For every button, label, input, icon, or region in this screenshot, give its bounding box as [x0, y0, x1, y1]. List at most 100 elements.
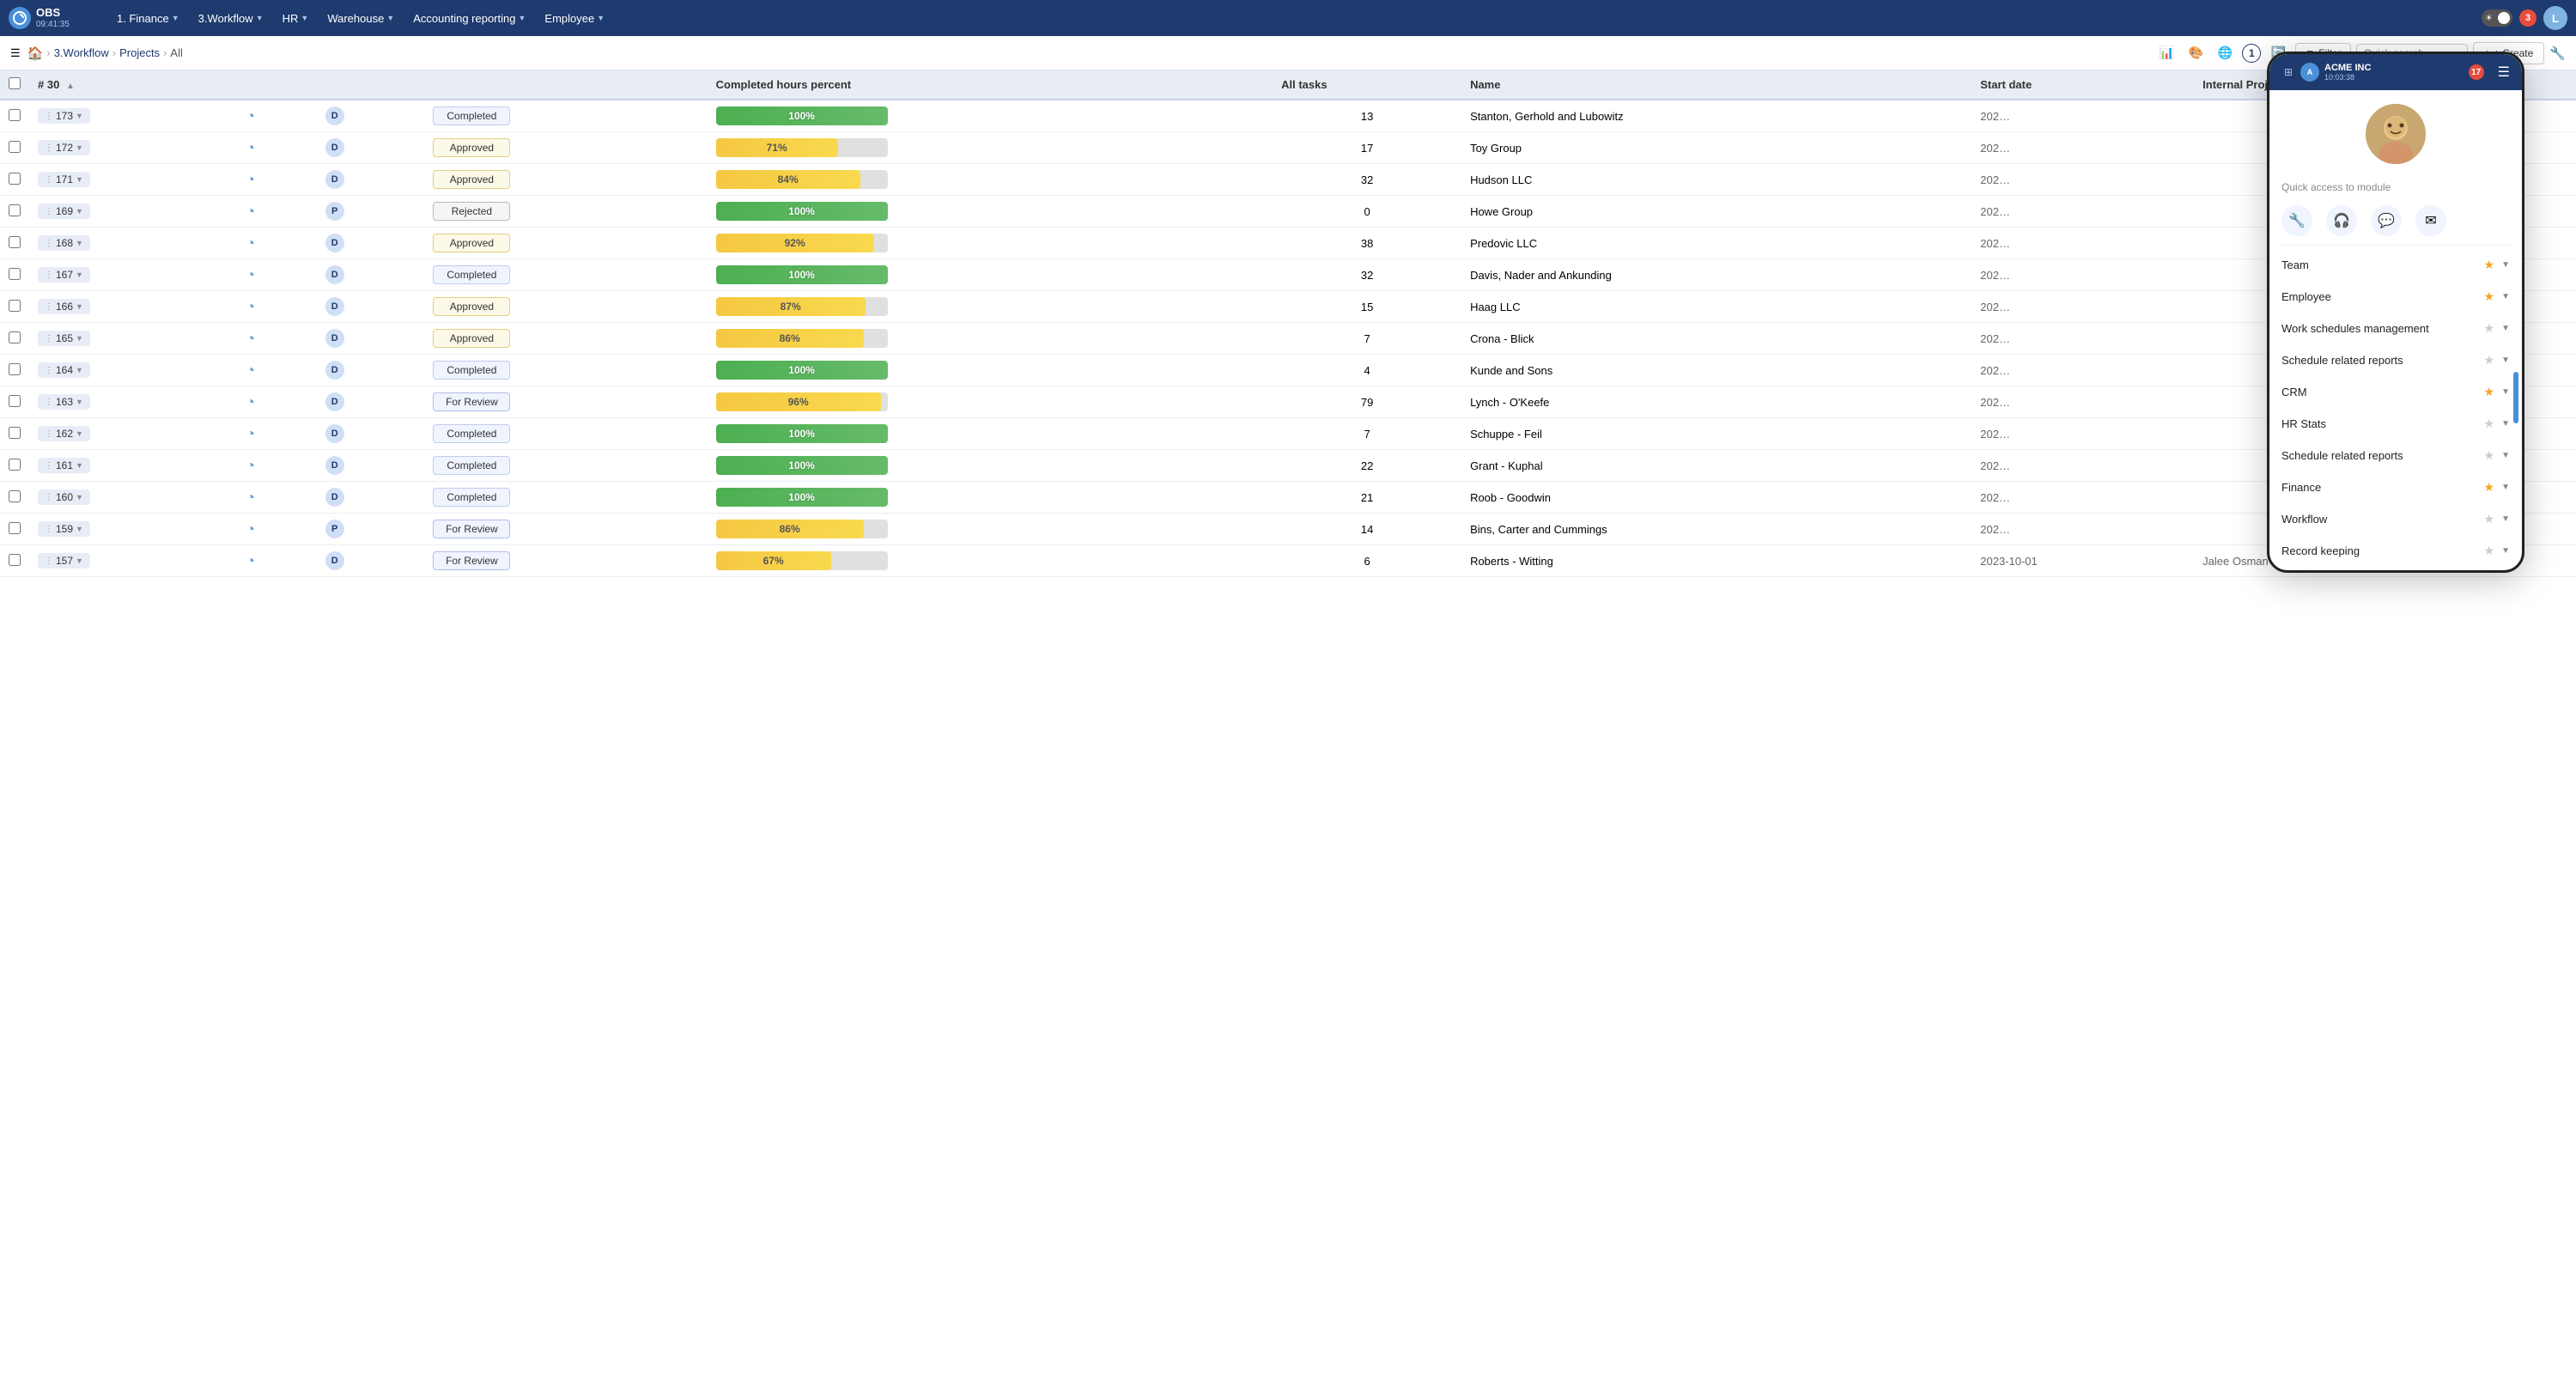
- row-status-badge[interactable]: For Review: [433, 520, 510, 538]
- mobile-menu-item[interactable]: HR Stats ★ ▼: [2269, 408, 2522, 440]
- row-chart-icon[interactable]: ◔: [246, 362, 255, 379]
- row-status-badge[interactable]: For Review: [433, 392, 510, 411]
- row-chart-icon[interactable]: ◔: [246, 171, 255, 188]
- row-status-badge[interactable]: Approved: [433, 170, 510, 189]
- nav-employee[interactable]: Employee▼: [536, 8, 613, 29]
- mobile-notification-badge[interactable]: 17: [2469, 64, 2484, 80]
- row-chart-icon[interactable]: ◔: [246, 330, 255, 347]
- user-avatar[interactable]: L: [2543, 6, 2567, 30]
- mobile-chat-icon[interactable]: 💬: [2371, 205, 2402, 236]
- row-chart-icon[interactable]: ◔: [246, 457, 255, 474]
- row-status-badge[interactable]: Completed: [433, 361, 510, 380]
- row-id-dropdown[interactable]: ▼: [76, 175, 83, 184]
- row-id-dropdown[interactable]: ▼: [76, 302, 83, 311]
- home-icon[interactable]: 🏠: [27, 46, 44, 61]
- name-header[interactable]: Name: [1461, 70, 1971, 100]
- row-id-dropdown[interactable]: ▼: [76, 239, 83, 247]
- nav-workflow[interactable]: 3.Workflow▼: [190, 8, 272, 29]
- row-status-badge[interactable]: Approved: [433, 234, 510, 252]
- row-status-badge[interactable]: Completed: [433, 456, 510, 475]
- row-id-dropdown[interactable]: ▼: [76, 525, 83, 533]
- row-chart-icon[interactable]: ◔: [246, 425, 255, 442]
- completed-hours-header[interactable]: Completed hours percent: [708, 70, 1273, 100]
- row-chart-icon[interactable]: ◔: [246, 298, 255, 315]
- row-chart-icon[interactable]: ◔: [246, 520, 255, 538]
- nav-accounting[interactable]: Accounting reporting▼: [404, 8, 534, 29]
- mobile-menu-item[interactable]: Finance ★ ▼: [2269, 471, 2522, 503]
- notification-badge[interactable]: 3: [2519, 9, 2537, 27]
- row-checkbox[interactable]: [9, 490, 21, 502]
- row-status-badge[interactable]: Rejected: [433, 202, 510, 221]
- globe-icon[interactable]: 🌐: [2213, 41, 2237, 65]
- select-all-checkbox[interactable]: [9, 77, 21, 89]
- nav-hr[interactable]: HR▼: [274, 8, 318, 29]
- row-id-badge[interactable]: ⋮ 166 ▼: [38, 299, 90, 314]
- row-checkbox[interactable]: [9, 459, 21, 471]
- mobile-menu-star[interactable]: ★: [2484, 258, 2495, 272]
- mobile-headset-icon[interactable]: 🎧: [2326, 205, 2357, 236]
- breadcrumb-projects[interactable]: Projects: [119, 46, 160, 59]
- row-checkbox[interactable]: [9, 331, 21, 344]
- row-id-dropdown[interactable]: ▼: [76, 493, 83, 502]
- nav-warehouse[interactable]: Warehouse▼: [319, 8, 403, 29]
- mobile-menu-star[interactable]: ★: [2484, 512, 2495, 526]
- row-status-badge[interactable]: Approved: [433, 138, 510, 157]
- row-id-badge[interactable]: ⋮ 169 ▼: [38, 204, 90, 219]
- row-checkbox[interactable]: [9, 427, 21, 439]
- row-status-badge[interactable]: For Review: [433, 551, 510, 570]
- row-id-dropdown[interactable]: ▼: [76, 366, 83, 374]
- row-checkbox[interactable]: [9, 522, 21, 534]
- mobile-menu-item[interactable]: CRM ★ ▼: [2269, 376, 2522, 408]
- mobile-menu-item[interactable]: Schedule related reports ★ ▼: [2269, 344, 2522, 376]
- row-checkbox[interactable]: [9, 268, 21, 280]
- row-id-badge[interactable]: ⋮ 171 ▼: [38, 172, 90, 187]
- mobile-menu-star[interactable]: ★: [2484, 416, 2495, 431]
- chart-view-icon[interactable]: 📊: [2154, 41, 2178, 65]
- row-checkbox[interactable]: [9, 141, 21, 153]
- settings-icon[interactable]: 🔧: [2549, 46, 2566, 61]
- row-id-dropdown[interactable]: ▼: [76, 143, 83, 152]
- row-id-badge[interactable]: ⋮ 172 ▼: [38, 140, 90, 155]
- row-num-header[interactable]: # 30 ▲: [29, 70, 237, 100]
- row-status-badge[interactable]: Approved: [433, 329, 510, 348]
- palette-icon[interactable]: 🎨: [2184, 41, 2208, 65]
- hamburger-menu[interactable]: ☰: [10, 46, 21, 60]
- row-id-badge[interactable]: ⋮ 160 ▼: [38, 489, 90, 505]
- row-checkbox[interactable]: [9, 109, 21, 121]
- row-status-badge[interactable]: Completed: [433, 265, 510, 284]
- row-chart-icon[interactable]: ◔: [246, 489, 255, 506]
- mobile-menu-item[interactable]: Record keeping ★ ▼: [2269, 535, 2522, 567]
- row-id-dropdown[interactable]: ▼: [76, 207, 83, 216]
- row-id-badge[interactable]: ⋮ 162 ▼: [38, 426, 90, 441]
- mobile-menu-item[interactable]: Employee ★ ▼: [2269, 281, 2522, 313]
- row-chart-icon[interactable]: ◔: [246, 393, 255, 410]
- row-id-badge[interactable]: ⋮ 173 ▼: [38, 108, 90, 124]
- row-id-dropdown[interactable]: ▼: [76, 271, 83, 279]
- row-checkbox[interactable]: [9, 363, 21, 375]
- row-id-dropdown[interactable]: ▼: [76, 556, 83, 565]
- row-chart-icon[interactable]: ◔: [246, 552, 255, 569]
- all-tasks-header[interactable]: All tasks: [1273, 70, 1461, 100]
- row-id-badge[interactable]: ⋮ 164 ▼: [38, 362, 90, 378]
- mobile-menu-item[interactable]: Work schedules management ★ ▼: [2269, 313, 2522, 344]
- mobile-menu-star[interactable]: ★: [2484, 385, 2495, 399]
- mobile-menu-star[interactable]: ★: [2484, 480, 2495, 495]
- mobile-mail-icon[interactable]: ✉: [2415, 205, 2446, 236]
- row-chart-icon[interactable]: ◔: [246, 234, 255, 252]
- row-status-badge[interactable]: Completed: [433, 106, 510, 125]
- row-chart-icon[interactable]: ◔: [246, 203, 255, 220]
- mobile-menu-star[interactable]: ★: [2484, 353, 2495, 368]
- row-id-badge[interactable]: ⋮ 163 ▼: [38, 394, 90, 410]
- mobile-menu-star[interactable]: ★: [2484, 544, 2495, 558]
- row-chart-icon[interactable]: ◔: [246, 266, 255, 283]
- mobile-menu-item[interactable]: Workflow ★ ▼: [2269, 503, 2522, 535]
- row-id-dropdown[interactable]: ▼: [76, 112, 83, 120]
- row-checkbox[interactable]: [9, 204, 21, 216]
- row-chart-icon[interactable]: ◔: [246, 139, 255, 156]
- row-id-badge[interactable]: ⋮ 168 ▼: [38, 235, 90, 251]
- mobile-menu-star[interactable]: ★: [2484, 289, 2495, 304]
- row-checkbox[interactable]: [9, 300, 21, 312]
- start-date-header[interactable]: Start date: [1971, 70, 2194, 100]
- row-status-badge[interactable]: Approved: [433, 297, 510, 316]
- row-id-dropdown[interactable]: ▼: [76, 429, 83, 438]
